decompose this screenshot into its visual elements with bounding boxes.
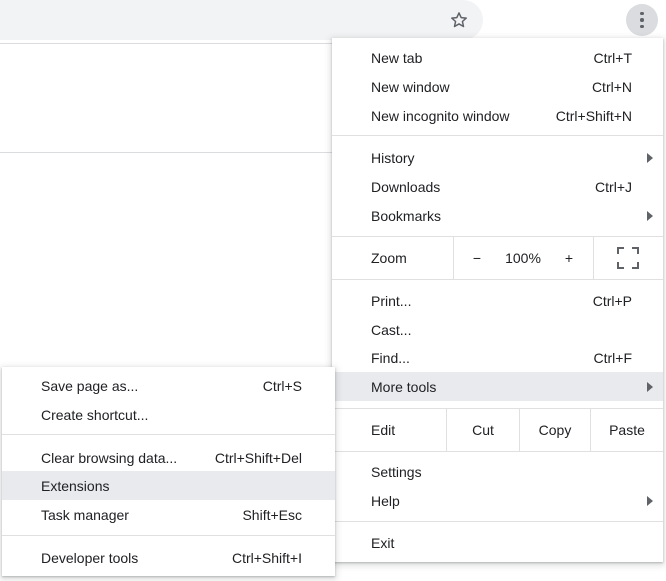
menu-item-settings[interactable]: Settings (332, 457, 663, 486)
edit-row: Edit Cut Copy Paste (332, 409, 663, 451)
copy-button[interactable]: Copy (520, 409, 590, 451)
submenu-arrow-icon (647, 211, 653, 221)
menu-separator (332, 521, 663, 522)
zoom-divider (593, 237, 594, 279)
fullscreen-icon[interactable] (616, 246, 640, 270)
omnibox[interactable] (0, 0, 483, 40)
paste-button[interactable]: Paste (591, 409, 663, 451)
submenu-arrow-icon (647, 382, 653, 392)
menu-item-save-page-as[interactable]: Save page as... Ctrl+S (2, 371, 335, 400)
menu-item-exit[interactable]: Exit (332, 528, 663, 557)
menu-item-find[interactable]: Find... Ctrl+F (332, 343, 663, 372)
submenu-arrow-icon (647, 496, 653, 506)
cut-button[interactable]: Cut (447, 409, 519, 451)
more-tools-submenu: Save page as... Ctrl+S Create shortcut..… (2, 367, 335, 576)
page-divider (0, 43, 332, 44)
zoom-out-button[interactable]: − (462, 246, 492, 270)
menu-item-print[interactable]: Print... Ctrl+P (332, 286, 663, 315)
submenu-arrow-icon (647, 153, 653, 163)
star-outline-icon[interactable] (449, 10, 469, 30)
menu-item-downloads[interactable]: Downloads Ctrl+J (332, 172, 663, 201)
menu-item-create-shortcut[interactable]: Create shortcut... (2, 400, 335, 429)
zoom-row: Zoom − 100% + (332, 237, 663, 279)
menu-item-history[interactable]: History (332, 143, 663, 172)
page-divider (0, 152, 332, 153)
menu-item-extensions[interactable]: Extensions (2, 471, 335, 500)
zoom-label: Zoom (371, 250, 407, 266)
menu-item-cast[interactable]: Cast... (332, 315, 663, 344)
chrome-main-menu: New tab Ctrl+T New window Ctrl+N New inc… (332, 38, 663, 562)
three-dots-vertical-icon[interactable] (626, 4, 658, 36)
zoom-in-button[interactable]: + (554, 246, 584, 270)
zoom-level: 100% (505, 250, 541, 266)
menu-separator (2, 434, 335, 435)
menu-separator (332, 451, 663, 452)
menu-separator (332, 279, 663, 280)
menu-item-developer-tools[interactable]: Developer tools Ctrl+Shift+I (2, 543, 335, 572)
menu-item-clear-browsing-data[interactable]: Clear browsing data... Ctrl+Shift+Del (2, 443, 335, 472)
menu-item-new-window[interactable]: New window Ctrl+N (332, 72, 663, 101)
menu-item-task-manager[interactable]: Task manager Shift+Esc (2, 500, 335, 529)
menu-item-new-incognito-window[interactable]: New incognito window Ctrl+Shift+N (332, 101, 663, 130)
menu-item-bookmarks[interactable]: Bookmarks (332, 201, 663, 230)
edit-label: Edit (371, 422, 396, 438)
menu-separator (2, 535, 335, 536)
menu-item-more-tools[interactable]: More tools (332, 372, 663, 401)
menu-item-help[interactable]: Help (332, 486, 663, 515)
menu-item-new-tab[interactable]: New tab Ctrl+T (332, 43, 663, 72)
menu-separator (332, 135, 663, 136)
zoom-divider (453, 237, 454, 279)
